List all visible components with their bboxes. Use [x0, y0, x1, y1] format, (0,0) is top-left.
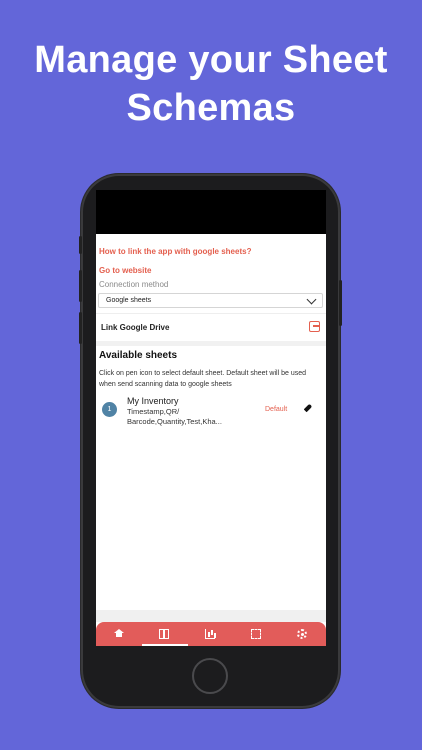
nav-item-scan[interactable]: [234, 622, 280, 646]
nav-item-home[interactable]: [96, 622, 142, 646]
chart-icon: [205, 629, 215, 639]
phone-side-button: [79, 236, 82, 254]
sheet-columns: Timestamp,QR/ Barcode,Quantity,Test,Kha.…: [127, 407, 222, 426]
phone-side-button: [79, 270, 82, 302]
sheet-icon: [159, 629, 169, 639]
available-sheets-title: Available sheets: [99, 350, 178, 361]
headline-line-1: Manage your Sheet: [34, 39, 388, 81]
headline: Manage your Sheet Schemas: [0, 36, 422, 132]
qr-code-icon: [251, 629, 261, 639]
app-screen: How to link the app with google sheets? …: [96, 234, 326, 646]
link-google-drive-label: Link Google Drive: [101, 323, 170, 332]
link-google-drive-row[interactable]: Link Google Drive: [96, 313, 326, 342]
help-link[interactable]: How to link the app with google sheets?: [99, 247, 251, 256]
nav-item-charts[interactable]: [188, 622, 234, 646]
phone-power-button: [339, 280, 342, 326]
pen-icon[interactable]: [303, 403, 313, 413]
status-bar-area: [96, 190, 326, 234]
nav-active-indicator: [142, 644, 188, 646]
nav-item-sheets[interactable]: [142, 622, 188, 646]
link-icon[interactable]: [309, 321, 320, 332]
section-divider: [96, 341, 326, 346]
home-icon-base: [116, 633, 122, 637]
nav-item-settings[interactable]: [280, 622, 326, 646]
headline-line-2: Schemas: [126, 87, 296, 129]
connection-method-value: Google sheets: [106, 297, 152, 304]
content-bottom-spacer: [96, 610, 326, 622]
gear-icon: [297, 629, 307, 639]
sheet-name: My Inventory: [127, 396, 179, 406]
chevron-down-icon: [306, 294, 317, 305]
connection-method-label: Connection method: [99, 280, 169, 289]
phone-side-button: [79, 312, 82, 344]
available-sheets-description: Click on pen icon to select default shee…: [99, 370, 307, 388]
website-link[interactable]: Go to website: [99, 266, 151, 275]
connection-method-select[interactable]: Google sheets: [98, 293, 323, 308]
home-button[interactable]: [192, 658, 228, 694]
bottom-navigation: [96, 622, 326, 646]
default-badge: Default: [265, 406, 288, 413]
sheet-index-badge: 1: [102, 402, 117, 417]
